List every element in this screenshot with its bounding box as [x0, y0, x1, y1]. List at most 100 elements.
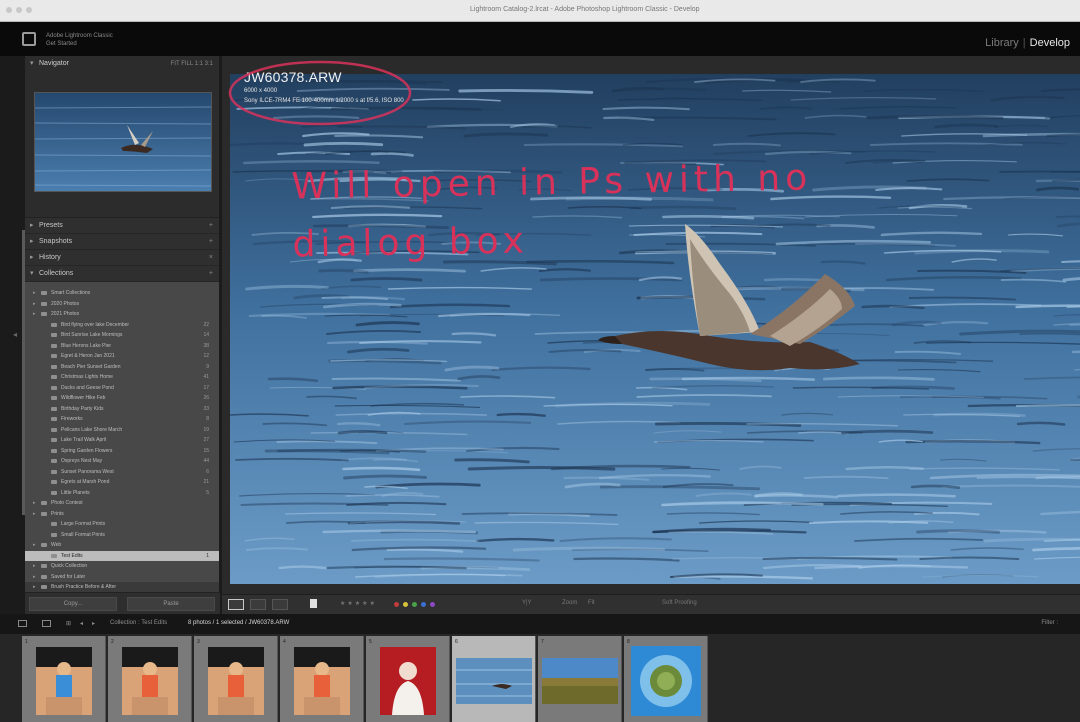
- filmstrip-source[interactable]: Collection : Test Edits: [110, 620, 167, 626]
- disclosure-triangle-icon[interactable]: ▸: [33, 509, 36, 520]
- collection-count: 6: [206, 468, 209, 475]
- collection-item[interactable]: Little Planets 5: [25, 488, 219, 499]
- collection-item[interactable]: ▸ Brush Practice Before & After: [25, 582, 219, 593]
- rating-stars[interactable]: ★★★★★: [340, 600, 377, 607]
- disclosure-triangle-icon[interactable]: ▸: [33, 309, 36, 320]
- thumbnail-image: [294, 647, 350, 715]
- collection-item[interactable]: Spring Garden Flowers 15: [25, 446, 219, 457]
- collection-count: 27: [203, 437, 209, 443]
- collection-icon: [51, 354, 57, 358]
- collection-item[interactable]: Beach Pier Sunset Garden 9: [25, 362, 219, 373]
- navigator-header[interactable]: Navigator FIT FILL 1:1 3:1: [25, 56, 219, 72]
- collection-icon: [41, 511, 47, 516]
- thumbnail-image: [542, 658, 618, 704]
- disclosure-triangle-icon[interactable]: ▸: [33, 288, 36, 299]
- filmstrip-filter[interactable]: Filter :: [1041, 620, 1058, 626]
- collection-item[interactable]: Blue Herons Lake Pier 38: [25, 341, 219, 352]
- filmstrip-thumbnail[interactable]: 2: [108, 636, 192, 722]
- collection-item[interactable]: ▸ Prints: [25, 509, 219, 520]
- back-arrow-icon[interactable]: ◂: [80, 620, 83, 627]
- collection-item[interactable]: Wildflower Hike Feb 26: [25, 393, 219, 404]
- pick-flag-icon[interactable]: [310, 599, 317, 608]
- develop-image-view: JW60378.ARW 6000 x 4000 Sony ILCE-7RM4 F…: [222, 56, 1080, 594]
- filmstrip-thumbnail[interactable]: 7: [538, 636, 622, 722]
- soft-proofing-toggle[interactable]: Soft Proofing: [662, 600, 697, 606]
- collection-item[interactable]: Bird flying over lake December 22: [25, 320, 219, 331]
- collection-item[interactable]: Egret & Heron Jan 2021 12: [25, 351, 219, 362]
- collection-item[interactable]: Bird Sunrise Lake Mornings 14: [25, 330, 219, 341]
- collection-icon: [51, 427, 57, 432]
- collection-icon: [41, 574, 47, 579]
- thumbnail-index: 4: [283, 639, 286, 645]
- collections-list: ▸ Smart Collections ▸ 2020 Photos ▸ 2021 Phot…: [25, 282, 219, 590]
- collection-icon: [41, 291, 47, 295]
- collection-item[interactable]: Large Format Prints: [25, 519, 219, 530]
- collection-item[interactable]: Sunset Panorama West 6: [25, 467, 219, 478]
- window-controls[interactable]: [6, 7, 32, 13]
- collection-item[interactable]: ▸ Web: [25, 540, 219, 551]
- collection-item[interactable]: Pelicans Lake Shore March 19: [25, 425, 219, 436]
- second-window-icon[interactable]: [42, 620, 51, 627]
- collection-item[interactable]: Fireworks 8: [25, 414, 219, 425]
- filmstrip-thumbnail[interactable]: 6: [452, 636, 536, 722]
- collection-count: 22: [203, 321, 209, 328]
- navigator-zoom-options[interactable]: FIT FILL 1:1 3:1: [171, 56, 213, 72]
- collection-item[interactable]: Small Format Prints: [25, 530, 219, 541]
- disclosure-triangle-icon[interactable]: ▸: [33, 582, 36, 593]
- collection-label: Little Planets: [61, 489, 90, 496]
- before-after-button[interactable]: [250, 599, 266, 610]
- filmstrip-thumbnail[interactable]: 4: [280, 636, 364, 722]
- collection-count: 21: [203, 479, 209, 485]
- disclosure-triangle-icon[interactable]: ▸: [33, 540, 36, 551]
- thumbnail-image: [380, 647, 436, 715]
- filmstrip-thumbnail[interactable]: 1: [22, 636, 106, 722]
- filmstrip-thumbnail[interactable]: 3: [194, 636, 278, 722]
- history-panel-header[interactable]: History×: [25, 250, 219, 266]
- main-photo[interactable]: [230, 74, 1080, 584]
- module-develop[interactable]: Develop: [1030, 37, 1070, 49]
- collection-item[interactable]: Ducks and Geese Pond 17: [25, 383, 219, 394]
- collection-label: Bird Sunrise Lake Mornings: [61, 332, 123, 338]
- filmstrip-thumbnail[interactable]: 5: [366, 636, 450, 722]
- navigator-preview[interactable]: [34, 92, 212, 192]
- presets-panel-header[interactable]: Presets+: [25, 218, 219, 234]
- paste-button[interactable]: Paste: [127, 597, 215, 611]
- loupe-view-button[interactable]: [228, 599, 244, 610]
- collection-item[interactable]: Egrets at Marsh Pond 21: [25, 477, 219, 488]
- zoom-value[interactable]: Fit: [588, 600, 595, 606]
- filmstrip-thumbnail[interactable]: 8: [624, 636, 708, 722]
- disclosure-triangle-icon[interactable]: ▸: [33, 572, 36, 583]
- copy-button[interactable]: Copy...: [29, 597, 117, 611]
- identity-plate-line2: Get Started: [46, 41, 77, 47]
- collection-item[interactable]: ▸ Photo Contest: [25, 498, 219, 509]
- forward-arrow-icon[interactable]: ▸: [92, 620, 95, 627]
- collection-item[interactable]: Test Edits 1: [25, 550, 219, 561]
- collection-icon: [41, 564, 47, 568]
- collection-icon: [51, 406, 57, 411]
- module-library[interactable]: Library: [985, 37, 1019, 49]
- collection-item[interactable]: Lake Trail Walk April 27: [25, 435, 219, 446]
- main-window-icon[interactable]: [18, 620, 27, 627]
- grid-icon[interactable]: ⊞: [66, 620, 71, 627]
- collection-item[interactable]: ▸ 2020 Photos: [25, 299, 219, 310]
- collection-item[interactable]: Birthday Party Kids 33: [25, 404, 219, 415]
- disclosure-triangle-icon[interactable]: ▸: [33, 299, 36, 310]
- color-labels[interactable]: [394, 602, 435, 607]
- disclosure-triangle-icon[interactable]: ▸: [33, 498, 36, 509]
- collection-count: 14: [203, 332, 209, 338]
- collection-item[interactable]: ▸ Quick Collection: [25, 561, 219, 572]
- left-panel-collapse-icon[interactable]: ◂: [13, 330, 17, 339]
- collection-item[interactable]: ▸ Smart Collections: [25, 288, 219, 299]
- snapshots-panel-header[interactable]: Snapshots+: [25, 234, 219, 250]
- collection-count: 26: [203, 395, 209, 401]
- before-after-toggle[interactable]: Y|Y: [522, 600, 532, 606]
- collection-label: Christmas Lights Home: [61, 374, 113, 380]
- disclosure-triangle-icon[interactable]: ▸: [33, 561, 36, 572]
- collection-item[interactable]: Ospreys Nest May 44: [25, 456, 219, 467]
- before-after-split-button[interactable]: [272, 599, 288, 610]
- left-panel-buttons: Copy... Paste: [25, 592, 220, 614]
- collection-item[interactable]: Christmas Lights Home 41: [25, 372, 219, 383]
- collection-item[interactable]: ▸ 2021 Photos: [25, 309, 219, 320]
- collection-item[interactable]: ▸ Saved for Later: [25, 572, 219, 583]
- collections-panel-header[interactable]: Collections+: [25, 266, 219, 282]
